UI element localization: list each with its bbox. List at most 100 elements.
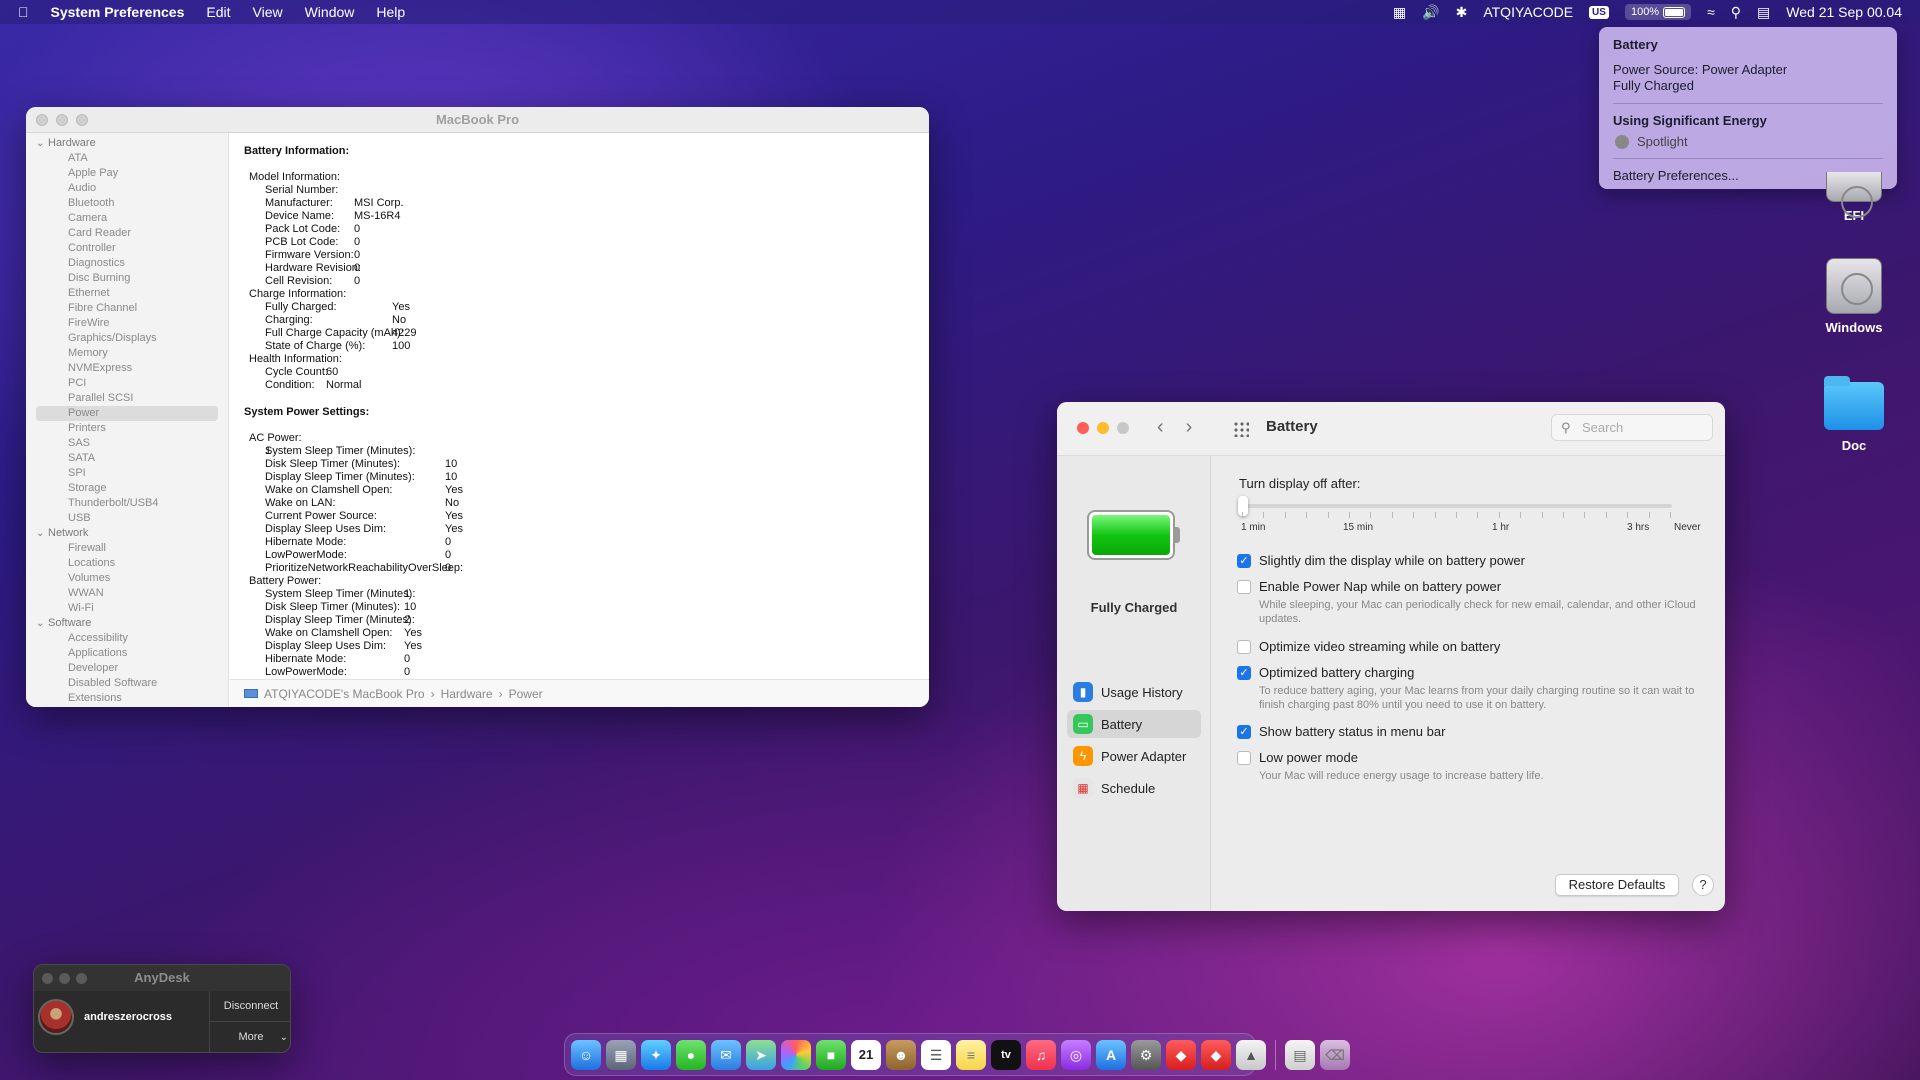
notes-icon[interactable]: ≡ [956, 1039, 986, 1070]
window-titlebar[interactable]: MacBook Pro [26, 107, 929, 133]
sidebar-item[interactable]: SPI [26, 466, 228, 481]
minimize-button[interactable] [56, 114, 68, 126]
option-checkbox-row[interactable]: ✓ Optimized battery charging [1237, 665, 1414, 680]
option-checkbox-row[interactable]: Low power mode [1237, 750, 1358, 765]
checkbox[interactable] [1237, 751, 1251, 765]
prefs-nav-item[interactable]: ▮ Usage History [1067, 678, 1201, 706]
option-checkbox-row[interactable]: ✓ Slightly dim the display while on batte… [1237, 553, 1525, 568]
photos-icon[interactable] [781, 1039, 811, 1070]
zoom-button[interactable] [76, 114, 88, 126]
sidebar-item[interactable]: Parallel SCSI [26, 391, 228, 406]
sidebar-item[interactable]: Disc Burning [26, 271, 228, 286]
maps-icon[interactable]: ➤ [746, 1039, 776, 1070]
close-button[interactable] [1077, 422, 1089, 434]
zoom-button[interactable] [76, 973, 87, 984]
volume-icon[interactable]: 🔊 [1422, 4, 1439, 21]
menu-clock[interactable]: Wed 21 Sep 00.04 [1786, 4, 1902, 20]
path-hardware[interactable]: Hardware [441, 687, 493, 701]
launchpad-icon[interactable]: ▦ [606, 1039, 636, 1070]
help-button[interactable]: ? [1692, 874, 1714, 896]
wifi-icon[interactable]: ≈ [1707, 4, 1715, 20]
search-icon[interactable]: ⚲ [1731, 4, 1741, 21]
minimize-button[interactable] [1097, 422, 1109, 434]
sidebar-item[interactable]: Ethernet [26, 286, 228, 301]
sidebar-item[interactable]: Controller [26, 241, 228, 256]
sidebar-item[interactable]: SATA [26, 451, 228, 466]
menu-help[interactable]: Help [376, 4, 405, 20]
system-preferences-icon[interactable]: ⚙ [1131, 1039, 1161, 1070]
show-all-grid-icon[interactable] [1233, 421, 1249, 437]
safari-icon[interactable]: ✦ [641, 1039, 671, 1070]
mail-icon[interactable]: ✉ [711, 1039, 741, 1070]
close-button[interactable] [42, 973, 53, 984]
input-source-badge[interactable]: US [1589, 5, 1609, 19]
desktop-icon-doc[interactable]: Doc [1809, 376, 1899, 453]
menu-edit[interactable]: Edit [206, 4, 230, 20]
sidebar-item[interactable]: Audio [26, 181, 228, 196]
battery-status-item[interactable]: 100% [1624, 4, 1692, 20]
search-field[interactable]: ⚲ Search [1551, 414, 1713, 441]
system-information-icon[interactable]: ▲ [1236, 1039, 1266, 1070]
finder-icon[interactable]: ☺ [571, 1039, 601, 1070]
sidebar-item[interactable]: Developer [26, 661, 228, 676]
disconnect-button[interactable]: Disconnect [210, 991, 290, 1022]
sidebar-item[interactable]: Accessibility [26, 631, 228, 646]
sidebar-item[interactable]: Storage [26, 481, 228, 496]
prefs-nav-item[interactable]: ϟ Power Adapter [1067, 742, 1201, 770]
sidebar-item[interactable]: Fibre Channel [26, 301, 228, 316]
calendar-icon[interactable]: 21 [851, 1039, 881, 1070]
menu-user-name[interactable]: ATQIYACODE [1483, 4, 1573, 20]
sidebar-group[interactable]: Network [26, 526, 228, 541]
menu-window[interactable]: Window [305, 4, 355, 20]
sidebar-item[interactable]: Volumes [26, 571, 228, 586]
sidebar-item[interactable]: Extensions [26, 691, 228, 706]
sidebar-group[interactable]: Hardware [26, 136, 228, 151]
checkbox[interactable] [1237, 580, 1251, 594]
window-titlebar[interactable]: AnyDesk [34, 965, 290, 991]
trash-icon[interactable]: ⌫ [1320, 1039, 1350, 1070]
sidebar-item[interactable]: Bluetooth [26, 196, 228, 211]
desktop-icon-efi[interactable]: EFI [1809, 172, 1899, 223]
sidebar-item[interactable]: Card Reader [26, 226, 228, 241]
menu-view[interactable]: View [253, 4, 283, 20]
option-checkbox-row[interactable]: Enable Power Nap while on battery power [1237, 579, 1501, 594]
menu-app-name[interactable]: System Preferences [51, 4, 185, 20]
sidebar-item[interactable]: SAS [26, 436, 228, 451]
podcasts-icon[interactable]: ◎ [1061, 1039, 1091, 1070]
checkbox[interactable]: ✓ [1237, 554, 1251, 568]
anydesk-icon[interactable]: ◆ [1166, 1039, 1196, 1070]
sidebar-item[interactable]: Printers [26, 421, 228, 436]
zoom-button[interactable] [1117, 422, 1129, 434]
sidebar-item[interactable]: WWAN [26, 586, 228, 601]
sidebar-item[interactable]: Firewall [26, 541, 228, 556]
reminders-icon[interactable]: ☰ [921, 1039, 951, 1070]
sidebar-item[interactable]: Memory [26, 346, 228, 361]
sidebar-item[interactable]: FireWire [26, 316, 228, 331]
documents-stack-icon[interactable]: ▤ [1285, 1039, 1315, 1070]
option-checkbox-row[interactable]: Optimize video streaming while on batter… [1237, 639, 1500, 654]
back-icon[interactable]: ‹ [1157, 416, 1164, 438]
app-store-icon[interactable]: A [1096, 1039, 1126, 1070]
sidebar-item[interactable]: ATA [26, 151, 228, 166]
sidebar-item[interactable]: Locations [26, 556, 228, 571]
sidebar-item[interactable]: Wi-Fi [26, 601, 228, 616]
option-checkbox-row[interactable]: ✓ Show battery status in menu bar [1237, 724, 1445, 739]
sidebar-item[interactable]: Apple Pay [26, 166, 228, 181]
minimize-button[interactable] [59, 973, 70, 984]
slider-knob[interactable] [1238, 496, 1248, 516]
display-off-slider[interactable] [1238, 496, 1672, 518]
energy-app-item[interactable]: Spotlight [1613, 134, 1883, 149]
path-computer[interactable]: ATQIYACODE's MacBook Pro [264, 687, 425, 701]
sidebar-item[interactable]: PCI [26, 376, 228, 391]
close-button[interactable] [36, 114, 48, 126]
prefs-nav-item[interactable]: ▭ Battery [1067, 710, 1201, 738]
sidebar-item[interactable]: USB [26, 511, 228, 526]
checkbox[interactable] [1237, 640, 1251, 654]
apple-icon[interactable]:  [18, 4, 29, 20]
control-center-icon[interactable]: ▤ [1757, 4, 1770, 21]
more-button[interactable]: More ⌄ [210, 1022, 290, 1052]
sidebar-item[interactable]: Graphics/Displays [26, 331, 228, 346]
prefs-nav-item[interactable]: ▦ Schedule [1067, 774, 1201, 802]
anydesk-alt-icon[interactable]: ◆ [1201, 1039, 1231, 1070]
checkbox[interactable]: ✓ [1237, 725, 1251, 739]
